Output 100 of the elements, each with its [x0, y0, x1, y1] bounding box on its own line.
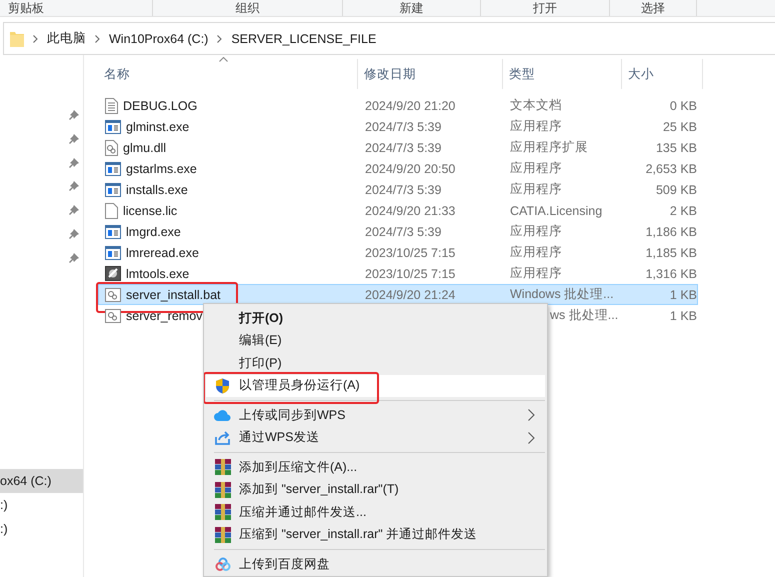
- file-date: 2023/10/25 7:15: [365, 246, 456, 260]
- menu-item[interactable]: 添加到压缩文件(A)...: [206, 456, 545, 478]
- pin-icon[interactable]: [69, 134, 79, 144]
- column-header[interactable]: 修改日期: [358, 59, 503, 89]
- menu-item[interactable]: 添加到 "server_install.rar"(T): [206, 478, 545, 501]
- file-type: 应用程序扩展: [510, 140, 588, 154]
- menu-item[interactable]: 压缩并通过邮件发送...: [206, 501, 545, 524]
- document-icon: [105, 98, 118, 114]
- file-size: 1 KB: [670, 288, 697, 302]
- tool-icon: [105, 266, 121, 281]
- file-size: 135 KB: [656, 140, 697, 154]
- gear-document-icon: [105, 140, 118, 156]
- file-name[interactable]: installs.exe: [126, 182, 188, 196]
- cloud-rings-icon: [214, 557, 230, 572]
- file-date: 2023/10/25 7:15: [365, 266, 456, 280]
- ribbon-group-label: 新建: [343, 0, 481, 16]
- file-type: ws 批处理...: [550, 308, 618, 322]
- file-size: 509 KB: [656, 182, 697, 196]
- file-type: 应用程序: [510, 224, 562, 238]
- archive-books-icon: [214, 526, 230, 543]
- gear-window-icon: [105, 308, 121, 322]
- gear-window-icon: [105, 288, 121, 302]
- menu-item[interactable]: 上传或同步到WPS: [206, 404, 545, 426]
- ribbon-group-label: 剪贴板: [0, 0, 153, 16]
- file-date: 2024/9/20 21:33: [365, 204, 456, 218]
- file-size: 1,316 KB: [646, 266, 697, 280]
- menu-item[interactable]: 压缩到 "server_install.rar" 并通过邮件发送: [206, 524, 545, 546]
- menu-item[interactable]: 打印(P): [206, 352, 545, 374]
- archive-books-icon: [214, 482, 230, 498]
- file-type: CATIA.Licensing: [510, 204, 602, 218]
- blank-file-icon: [105, 202, 118, 218]
- file-name[interactable]: server_install.bat: [126, 288, 220, 302]
- pin-icon[interactable]: [69, 181, 79, 192]
- menu-item[interactable]: 编辑(E): [206, 330, 545, 352]
- file-type: 应用程序: [510, 266, 562, 280]
- file-date: 2024/7/3 5:39: [365, 120, 442, 134]
- chevron-right-icon: [217, 34, 222, 42]
- menu-item[interactable]: 上传到百度网盘: [206, 553, 545, 576]
- pin-icon[interactable]: [69, 252, 79, 263]
- pin-icon[interactable]: [69, 110, 79, 120]
- file-size: 2,653 KB: [646, 162, 697, 176]
- nav-item[interactable]: :): [0, 517, 83, 541]
- application-icon: [105, 246, 121, 260]
- application-icon: [105, 224, 121, 238]
- ribbon-group-label: 打开: [481, 0, 610, 16]
- file-type: 应用程序: [510, 182, 562, 196]
- application-icon: [105, 182, 121, 196]
- menu-item[interactable]: 以管理员身份运行(A): [206, 374, 545, 397]
- file-size: 1,185 KB: [646, 246, 697, 260]
- pin-icon[interactable]: [69, 228, 79, 239]
- file-name[interactable]: license.lic: [123, 204, 178, 218]
- archive-books-icon: [214, 504, 230, 520]
- file-size: 1,186 KB: [646, 224, 697, 238]
- cloud-icon: [214, 410, 231, 421]
- file-size: 1 KB: [670, 308, 697, 322]
- column-header[interactable]: 名称: [98, 59, 358, 89]
- file-name[interactable]: lmtools.exe: [126, 266, 190, 280]
- file-type: Windows 批处理...: [510, 287, 614, 301]
- share-icon: [214, 430, 230, 446]
- nav-item[interactable]: ox64 (C:): [0, 469, 83, 493]
- column-header[interactable]: 类型: [503, 59, 622, 89]
- ribbon-group-label: 选择: [610, 0, 697, 16]
- application-icon: [105, 120, 121, 134]
- address-bar[interactable]: 此电脑 Win10Prox64 (C:) SERVER_LICENSE_FILE: [3, 22, 775, 55]
- breadcrumb[interactable]: 此电脑: [47, 30, 86, 47]
- breadcrumb[interactable]: SERVER_LICENSE_FILE: [231, 32, 376, 46]
- file-date: 2024/9/20 21:20: [365, 98, 456, 112]
- file-date: 2024/9/20 20:50: [365, 162, 456, 176]
- file-date: 2024/7/3 5:39: [365, 224, 442, 238]
- nav-item[interactable]: :): [0, 493, 83, 517]
- file-name[interactable]: server_remov: [126, 308, 202, 322]
- file-name[interactable]: lmreread.exe: [126, 246, 199, 260]
- file-name[interactable]: gstarlms.exe: [126, 162, 197, 176]
- chevron-right-icon: [33, 34, 38, 42]
- file-date: 2024/7/3 5:39: [365, 140, 442, 154]
- file-name[interactable]: DEBUG.LOG: [123, 98, 198, 112]
- file-type: 文本文档: [510, 98, 562, 112]
- file-name[interactable]: lmgrd.exe: [126, 224, 181, 238]
- file-size: 2 KB: [670, 204, 697, 218]
- menu-item[interactable]: 通过WPS发送: [206, 426, 545, 449]
- pin-icon[interactable]: [69, 158, 79, 168]
- file-size: 25 KB: [662, 120, 697, 134]
- file-date: 2024/7/3 5:39: [365, 182, 442, 196]
- file-name[interactable]: glmu.dll: [123, 140, 166, 154]
- file-type: 应用程序: [510, 245, 562, 259]
- menu-item[interactable]: 打开(O): [206, 307, 545, 330]
- breadcrumb[interactable]: Win10Prox64 (C:): [109, 32, 208, 46]
- ribbon-group-label: 组织: [153, 0, 343, 16]
- pin-icon[interactable]: [69, 205, 79, 216]
- folder-icon: [10, 30, 24, 46]
- application-icon: [105, 162, 121, 176]
- file-date: 2024/9/20 21:24: [365, 288, 456, 302]
- column-header[interactable]: 大小: [622, 59, 703, 89]
- file-type: 应用程序: [510, 119, 562, 133]
- shield-icon: [215, 378, 230, 394]
- file-size: 0 KB: [670, 98, 697, 112]
- chevron-right-icon: [95, 34, 100, 42]
- file-name[interactable]: glminst.exe: [126, 120, 190, 134]
- file-type: 应用程序: [510, 161, 562, 175]
- archive-books-icon: [214, 459, 230, 476]
